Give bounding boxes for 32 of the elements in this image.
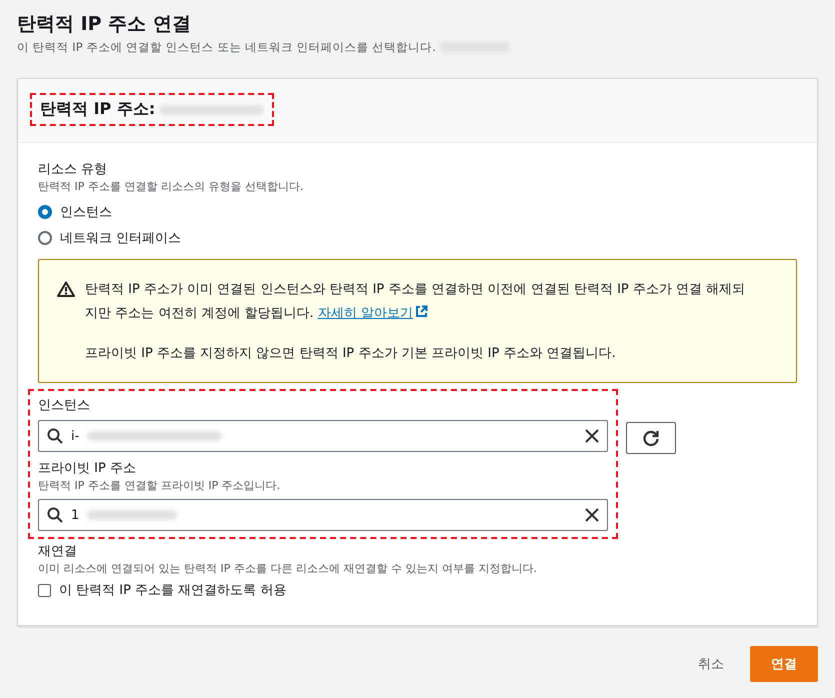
refresh-icon: [642, 429, 660, 447]
instance-search-field[interactable]: i-: [38, 420, 608, 452]
field-description: 이미 리소스에 연결되어 있는 탄력적 IP 주소를 다른 리소스에 재연결할 수 있는지 여부를 지정합니다.: [38, 561, 538, 577]
learn-more-link[interactable]: 자세히 알아보기: [318, 306, 428, 321]
radio-button[interactable]: [38, 231, 52, 245]
clear-icon[interactable]: [585, 508, 599, 522]
field-description: 탄력적 IP 주소를 연결할 프라이빗 IP 주소입니다.: [38, 478, 282, 494]
external-link-icon: [414, 305, 428, 318]
checkbox-label: 이 탄력적 IP 주소를 재연결하도록 허용: [59, 582, 286, 599]
card-title: 탄력적 IP 주소:: [40, 99, 156, 120]
alert-note: 프라이빗 IP 주소를 지정하지 않으면 탄력적 IP 주소가 기본 프라이빗 IP 주소와 연결됩니다.: [85, 345, 617, 363]
private-ip-search-field[interactable]: 1: [38, 499, 608, 531]
field-label: 프라이빗 IP 주소: [38, 460, 137, 478]
page-title: 탄력적 IP 주소 연결: [17, 12, 192, 37]
cancel-button[interactable]: 취소: [686, 647, 736, 681]
radio-button[interactable]: [38, 205, 52, 219]
field-label: 리소스 유형: [38, 161, 108, 179]
radio-label: 네트워크 인터페이스: [60, 230, 182, 247]
field-label: 인스턴스: [38, 397, 91, 415]
refresh-button[interactable]: [626, 422, 676, 454]
checkbox[interactable]: [38, 584, 51, 596]
warning-icon: [57, 281, 75, 297]
page-description: 이 탄력적 IP 주소에 연결할 인스턴스 또는 네트워크 인터페이스를 선택합니다.: [17, 40, 436, 54]
field-description: 탄력적 IP 주소를 연결할 리소스의 유형을 선택합니다.: [38, 179, 304, 195]
search-icon: [47, 507, 63, 523]
radio-label: 인스턴스: [60, 204, 112, 221]
field-value: 1: [71, 508, 80, 522]
clear-icon[interactable]: [585, 429, 599, 443]
field-label: 재연결: [38, 543, 78, 561]
field-value: i-: [71, 428, 80, 444]
search-icon: [47, 428, 63, 444]
alert-message: 탄력적 IP 주소가 이미 연결된 인스턴스와 탄력적 IP 주소를 연결하면 이전에 연결된 탄력적 IP 주소가 연결 해제되지만 주소는 여전히 계정에 할당됩니다. 자세히 알아보기: [85, 281, 746, 323]
